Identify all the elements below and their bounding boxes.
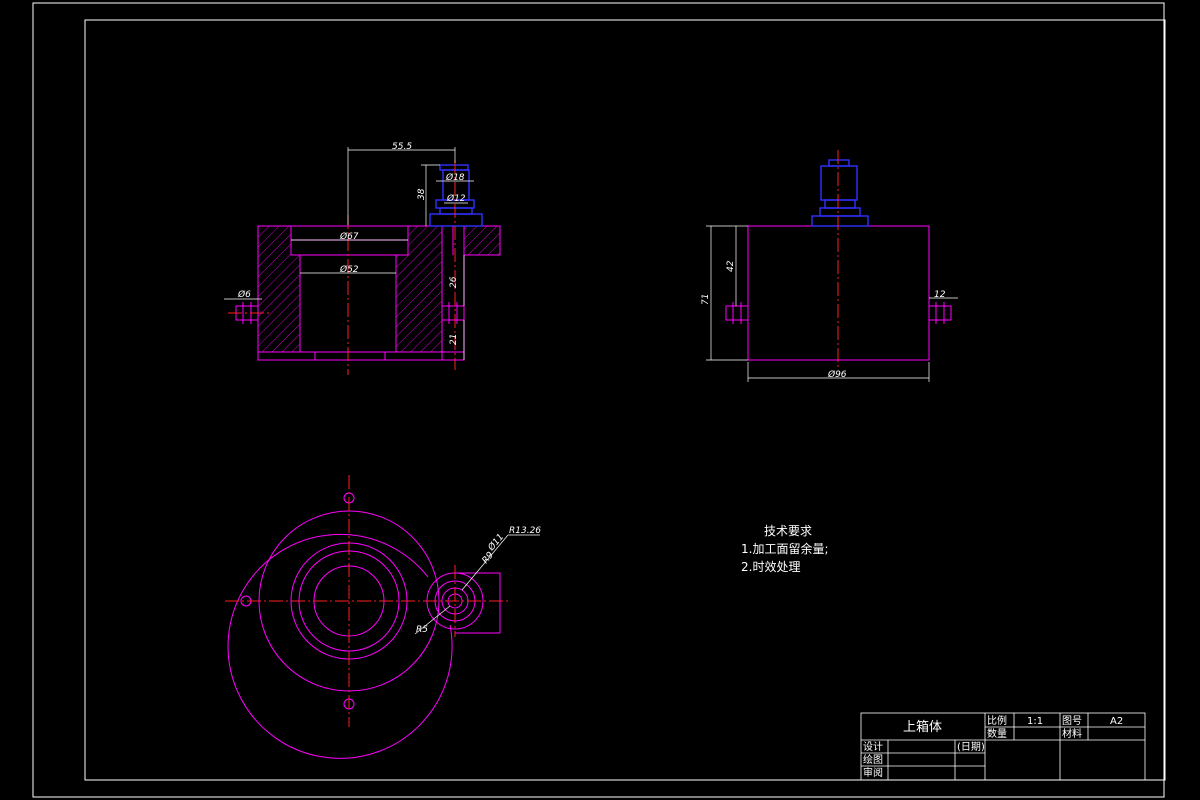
lug-section <box>463 225 501 256</box>
dim-38: 38 <box>417 188 427 200</box>
drawing-no-value: A2 <box>1110 716 1123 727</box>
dim-d52: Ø52 <box>339 264 359 275</box>
material-label: 材料 <box>1062 727 1082 740</box>
tech-req-item-2: 2.时效处理 <box>741 559 800 574</box>
side-dim-42: 42 <box>726 260 736 272</box>
dim-d18: Ø18 <box>445 172 465 183</box>
technical-requirements: 技术要求 1.加工面留余量; 2.时效处理 <box>741 524 829 574</box>
scale-value: 1:1 <box>1027 716 1043 727</box>
dim-d12: Ø12 <box>446 193 466 204</box>
right-wall-section <box>395 225 443 353</box>
dim-d67: Ø67 <box>339 231 359 242</box>
dim-55-5: 55.5 <box>392 142 412 152</box>
outer-border <box>32 2 1165 798</box>
side-view: 42 71 12 Ø96 <box>701 150 958 382</box>
cad-drawing-canvas: 55.5 38 Ø18 Ø12 Ø67 Ø52 Ø6 26 21 42 71 1… <box>32 2 1166 798</box>
part-name: 上箱体 <box>903 719 942 735</box>
design-label: 设计 <box>863 740 883 753</box>
dim-26: 26 <box>449 276 459 288</box>
side-dim-71: 71 <box>701 294 711 305</box>
side-dim-12: 12 <box>934 290 946 300</box>
side-dim-d96: Ø96 <box>827 369 847 380</box>
tech-req-item-1: 1.加工面留余量; <box>741 541 829 556</box>
dim-21: 21 <box>449 334 459 345</box>
left-wall-section <box>257 225 301 353</box>
front-section-view: 55.5 38 Ø18 Ø12 Ø67 Ø52 Ø6 26 21 <box>224 142 501 375</box>
scale-label: 比例 <box>987 714 1007 727</box>
drawing-no-label: 图号 <box>1062 715 1082 727</box>
dim-d6: Ø6 <box>237 289 251 300</box>
top-view: R13.26 Ø11 R9 R5 <box>225 475 541 759</box>
top-dim-r13-26: R13.26 <box>509 526 541 536</box>
top-dim-r5: R5 <box>416 625 428 635</box>
date-label: (日期) <box>957 741 985 753</box>
tech-req-title: 技术要求 <box>764 524 812 538</box>
review-label: 审阅 <box>863 766 883 779</box>
title-block: 上箱体 比例 1:1 图号 A2 数量 材料 设计 (日期) 绘图 审阅 <box>860 712 1146 781</box>
inner-border <box>84 19 1166 781</box>
draw-label: 绘图 <box>863 753 883 766</box>
quantity-label: 数量 <box>987 727 1007 740</box>
